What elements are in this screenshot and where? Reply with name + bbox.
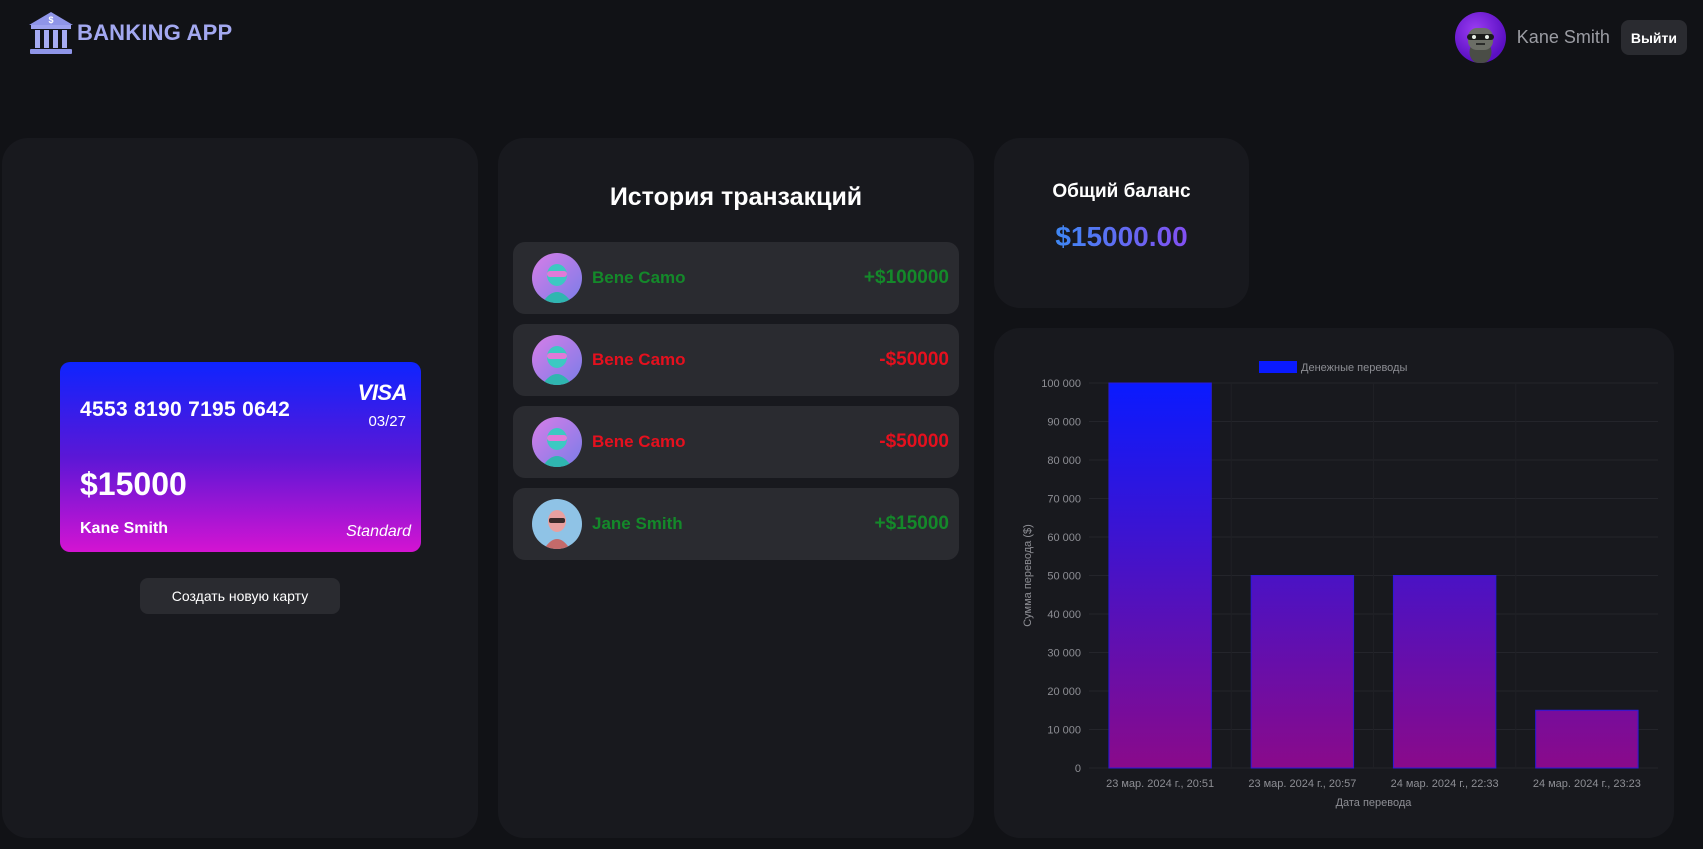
y-tick-label: 90 000 xyxy=(1047,417,1081,429)
y-tick-label: 40 000 xyxy=(1047,609,1081,621)
transaction-amount: -$50000 xyxy=(879,349,949,370)
person-avatar-icon xyxy=(532,499,582,549)
transaction-amount: +$15000 xyxy=(874,513,950,534)
transaction-item[interactable]: Bene Camo +$100000 xyxy=(513,242,959,314)
balance-panel: Общий баланс $15000.00 xyxy=(994,138,1249,308)
y-tick-label: 70 000 xyxy=(1047,494,1081,506)
transfers-bar-chart: 0 10 000 20 000 30 000 40 000 50 000 60 000 70 … xyxy=(1022,361,1658,809)
y-tick-label: 0 xyxy=(1075,763,1081,775)
app-logo[interactable]: $ BANKING APP xyxy=(27,9,232,57)
x-tick-label: 23 мар. 2024 г., 20:51 xyxy=(1106,778,1214,790)
chart-bar[interactable] xyxy=(1535,709,1639,769)
chart-panel: 0 10 000 20 000 30 000 40 000 50 000 60 000 70 … xyxy=(994,328,1674,838)
app-title: BANKING APP xyxy=(77,20,233,45)
x-tick-label: 23 мар. 2024 г., 20:57 xyxy=(1248,778,1356,790)
y-tick-label: 10 000 xyxy=(1047,725,1081,737)
chart-bar[interactable] xyxy=(1392,575,1497,769)
avatar xyxy=(532,499,582,549)
transaction-name: Bene Camo xyxy=(592,268,686,287)
transaction-name: Bene Camo xyxy=(592,350,686,369)
svg-text:$: $ xyxy=(48,15,53,25)
transaction-item[interactable]: Jane Smith +$15000 xyxy=(513,488,959,560)
user-name: Kane Smith xyxy=(1516,27,1610,47)
transactions-title: История транзакций xyxy=(609,183,863,211)
x-axis-title: Дата перевода xyxy=(1336,797,1413,809)
transaction-amount: +$100000 xyxy=(863,267,949,288)
card-balance: $15000 xyxy=(80,466,187,502)
y-axis-title: Сумма перевода ($) xyxy=(1022,524,1034,627)
y-tick-label: 30 000 xyxy=(1047,648,1081,660)
balance-value: $15000.00 xyxy=(994,221,1249,253)
logout-button[interactable]: Выйти xyxy=(1620,20,1687,55)
robot-avatar-icon xyxy=(1466,28,1494,63)
user-avatar[interactable] xyxy=(1454,12,1506,63)
card-expiry: 03/27 xyxy=(368,413,406,430)
card-holder: Kane Smith xyxy=(80,520,169,537)
person-avatar-icon xyxy=(532,253,582,303)
card-number: 4553 8190 7195 0642 xyxy=(80,398,291,421)
credit-card[interactable]: 4553 8190 7195 0642 VISA 03/27 $15000 Ka… xyxy=(60,362,421,552)
avatar xyxy=(532,335,582,385)
balance-title: Общий баланс xyxy=(1052,181,1191,202)
y-tick-label: 60 000 xyxy=(1047,532,1081,544)
person-avatar-icon xyxy=(532,335,582,385)
visa-logo: VISA xyxy=(357,380,408,405)
x-tick-label: 24 мар. 2024 г., 22:33 xyxy=(1391,778,1499,790)
y-tick-label: 100 000 xyxy=(1041,378,1081,390)
cards-panel: 4553 8190 7195 0642 VISA 03/27 $15000 Ka… xyxy=(2,138,478,838)
y-tick-label: 20 000 xyxy=(1047,686,1081,698)
person-avatar-icon xyxy=(532,417,582,467)
transaction-name: Jane Smith xyxy=(592,514,683,533)
y-tick-label: 50 000 xyxy=(1047,571,1081,583)
avatar xyxy=(532,253,582,303)
chart-bar[interactable] xyxy=(1108,382,1212,769)
bank-icon: $ xyxy=(29,12,73,54)
create-card-button[interactable]: Создать новую карту xyxy=(140,578,340,614)
legend-label[interactable]: Денежные переводы xyxy=(1301,362,1407,374)
y-tick-label: 80 000 xyxy=(1047,455,1081,467)
card-tier: Standard xyxy=(346,523,411,540)
transaction-amount: -$50000 xyxy=(879,431,949,452)
transaction-item[interactable]: Bene Camo -$50000 xyxy=(513,324,959,396)
transactions-panel: История транзакций Bene Camo +$100000 Be… xyxy=(498,138,974,838)
legend-swatch[interactable] xyxy=(1259,361,1297,373)
transaction-name: Bene Camo xyxy=(592,432,686,451)
transaction-item[interactable]: Bene Camo -$50000 xyxy=(513,406,959,478)
avatar xyxy=(532,417,582,467)
chart-bar[interactable] xyxy=(1250,575,1355,769)
x-tick-label: 24 мар. 2024 г., 23:23 xyxy=(1533,778,1641,790)
user-menu: Kane Smith Выйти xyxy=(1454,12,1687,63)
